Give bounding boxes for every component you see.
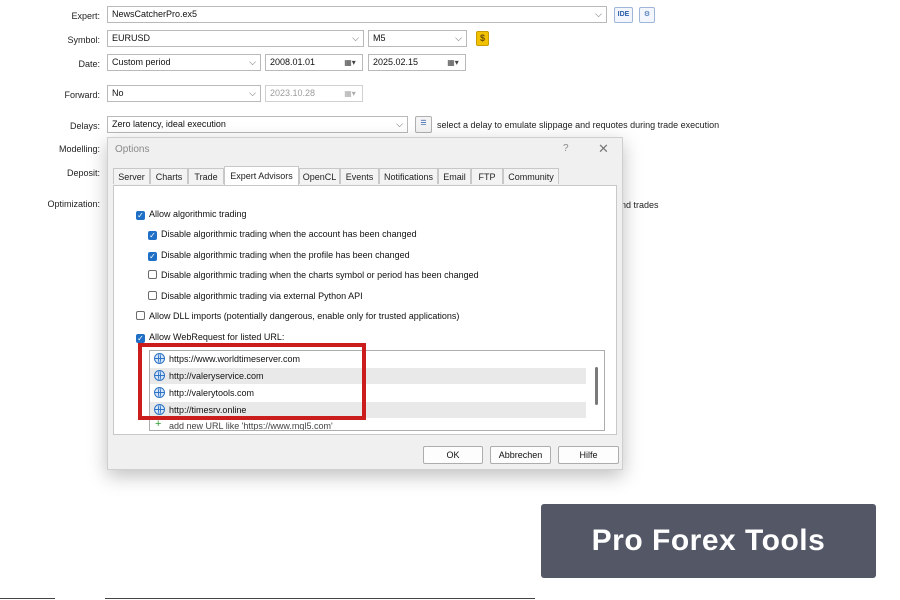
checkbox-disable-symbol-changed[interactable]: Disable algorithmic trading when the cha…	[148, 269, 479, 281]
tab-trade[interactable]: Trade	[188, 168, 224, 184]
forward-value: No	[112, 88, 124, 98]
ok-button[interactable]: OK	[423, 446, 483, 464]
close-icon[interactable]: ✕	[598, 141, 609, 157]
checkbox-label: Disable algorithmic trading when the cha…	[161, 270, 479, 280]
chevron-down-icon: ⌵	[396, 119, 403, 129]
forward-select[interactable]: No ⌵	[107, 85, 261, 102]
date-to-value: 2025.02.15	[373, 57, 419, 67]
checkbox-checked-icon: ✓	[148, 231, 157, 240]
tab-ftp[interactable]: FTP	[471, 168, 503, 184]
chevron-down-icon: ⌵	[352, 33, 359, 43]
deposit-label: Deposit:	[66, 168, 100, 178]
help-button[interactable]: Hilfe	[558, 446, 619, 464]
modelling-label: Modelling:	[58, 144, 100, 154]
tab-expert-advisors[interactable]: Expert Advisors	[224, 166, 299, 185]
expert-select[interactable]: NewsCatcherPro.ex5 ⌵	[107, 6, 607, 23]
tab-charts[interactable]: Charts	[150, 168, 188, 184]
checkbox-checked-icon: ✓	[136, 211, 145, 220]
tab-email[interactable]: Email	[438, 168, 471, 184]
gear-icon[interactable]: ⚙	[639, 7, 655, 23]
calendar-icon[interactable]: ▦▾	[443, 56, 463, 69]
checkbox-disable-python-api[interactable]: Disable algorithmic trading via external…	[148, 290, 363, 302]
forward-date-field: 2023.10.28 ▦▾	[265, 85, 363, 102]
date-from-field[interactable]: 2008.01.01 ▦▾	[265, 54, 363, 71]
tab-opencl[interactable]: OpenCL	[299, 168, 340, 184]
tab-server[interactable]: Server	[113, 168, 150, 184]
delays-label: Delays:	[69, 121, 100, 131]
checkbox-unchecked-icon	[148, 270, 157, 279]
date-mode-select[interactable]: Custom period ⌵	[107, 54, 261, 71]
calendar-icon: ▦▾	[344, 89, 356, 98]
date-mode-value: Custom period	[112, 57, 171, 67]
help-icon[interactable]: ?	[563, 143, 569, 154]
timeframe-value: M5	[373, 33, 386, 43]
ide-button[interactable]: IDE	[614, 7, 633, 23]
checkbox-allow-dll-imports[interactable]: Allow DLL imports (potentially dangerous…	[136, 310, 459, 322]
checkbox-disable-profile-changed[interactable]: ✓ Disable algorithmic trading when the pr…	[148, 249, 410, 261]
expert-label: Expert:	[71, 11, 100, 21]
optimization-label: Optimization:	[47, 199, 100, 209]
coin-icon[interactable]: $	[476, 31, 489, 46]
checkbox-unchecked-icon	[136, 311, 145, 320]
date-to-field[interactable]: 2025.02.15 ▦▾	[368, 54, 466, 71]
chevron-down-icon: ⌵	[249, 57, 256, 67]
expert-value: NewsCatcherPro.ex5	[112, 9, 198, 19]
checkbox-unchecked-icon	[148, 291, 157, 300]
chevron-down-icon: ⌵	[249, 88, 256, 98]
settings-sliders-icon[interactable]: ☰	[415, 116, 432, 133]
calendar-icon[interactable]: ▦▾	[340, 56, 360, 69]
timeframe-select[interactable]: M5 ⌵	[368, 30, 467, 47]
forward-date-value: 2023.10.28	[270, 88, 316, 98]
chevron-down-icon: ⌵	[455, 33, 462, 43]
delays-value: Zero latency, ideal execution	[112, 119, 226, 129]
symbol-select[interactable]: EURUSD ⌵	[107, 30, 364, 47]
chevron-down-icon: ⌵	[595, 9, 602, 19]
cancel-button[interactable]: Abbrechen	[490, 446, 551, 464]
symbol-label: Symbol:	[67, 35, 100, 45]
divider	[105, 598, 535, 599]
url-list-scrollbar[interactable]	[595, 367, 598, 405]
checkbox-allow-webrequest[interactable]: ✓ Allow WebRequest for listed URL:	[136, 331, 284, 343]
symbol-value: EURUSD	[112, 33, 151, 43]
checkbox-disable-account-changed[interactable]: ✓ Disable algorithmic trading when the ac…	[148, 228, 417, 240]
divider	[0, 598, 55, 599]
delays-hint: select a delay to emulate slippage and r…	[437, 120, 720, 130]
brand-watermark: Pro Forex Tools	[541, 504, 876, 578]
delays-select[interactable]: Zero latency, ideal execution ⌵	[107, 116, 408, 133]
dialog-title: Options	[115, 144, 150, 155]
options-dialog: Options ? ✕ Server Charts Trade Expert A…	[107, 137, 623, 470]
tab-notifications[interactable]: Notifications	[379, 168, 438, 184]
checkbox-label: Allow WebRequest for listed URL:	[149, 332, 285, 342]
checkbox-label: Allow algorithmic trading	[149, 209, 247, 219]
tab-events[interactable]: Events	[340, 168, 379, 184]
checkbox-allow-algo-trading[interactable]: ✓ Allow algorithmic trading	[136, 208, 247, 220]
checkbox-label: Allow DLL imports (potentially dangerous…	[149, 311, 460, 321]
checkbox-checked-icon: ✓	[148, 252, 157, 261]
date-from-value: 2008.01.01	[270, 57, 316, 67]
optimization-tail-text: nd trades	[621, 200, 659, 210]
date-label: Date:	[78, 59, 100, 69]
forward-label: Forward:	[64, 90, 100, 100]
url-highlight-box	[138, 343, 366, 420]
checkbox-label: Disable algorithmic trading via external…	[161, 291, 363, 301]
checkbox-label: Disable algorithmic trading when the pro…	[161, 250, 410, 260]
checkbox-checked-icon: ✓	[136, 334, 145, 343]
checkbox-label: Disable algorithmic trading when the acc…	[161, 229, 417, 239]
tab-community[interactable]: Community	[503, 168, 559, 184]
